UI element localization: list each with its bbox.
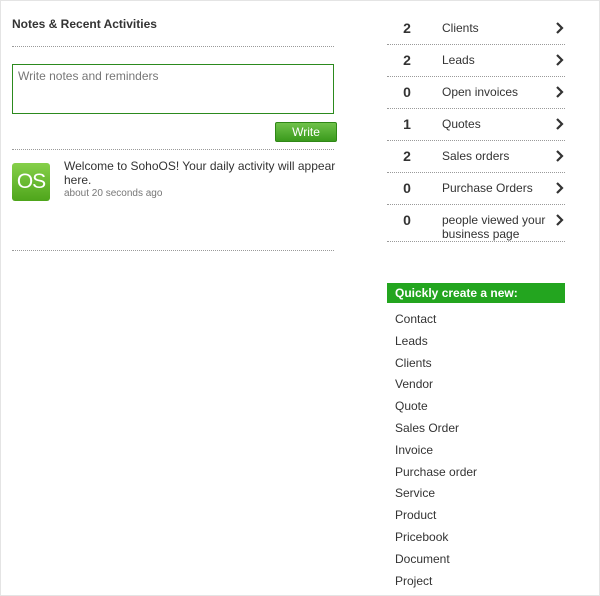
chevron-right-icon xyxy=(556,150,564,162)
stat-count: 2 xyxy=(403,52,411,68)
quick-create-list: Contact Leads Clients Vendor Quote Sales… xyxy=(395,309,565,592)
quick-create-vendor[interactable]: Vendor xyxy=(395,374,565,396)
stat-label: people viewed your business page xyxy=(442,213,546,241)
chevron-right-icon xyxy=(556,54,564,66)
quick-create-contact[interactable]: Contact xyxy=(395,309,565,331)
stat-row-leads[interactable]: 2 Leads xyxy=(387,45,565,77)
divider xyxy=(12,46,334,47)
quick-create-project[interactable]: Project xyxy=(395,571,565,593)
activity-message: Welcome to SohoOS! Your daily activity w… xyxy=(64,159,336,187)
stat-row-page-views[interactable]: 0 people viewed your business page xyxy=(387,205,565,242)
stat-row-purchase-orders[interactable]: 0 Purchase Orders xyxy=(387,173,565,205)
quick-create-header: Quickly create a new: xyxy=(387,283,565,303)
quick-create-quote[interactable]: Quote xyxy=(395,396,565,418)
quick-create-clients[interactable]: Clients xyxy=(395,353,565,375)
notes-input-box[interactable] xyxy=(12,64,334,114)
stat-label: Purchase Orders xyxy=(442,181,533,195)
notes-input[interactable] xyxy=(13,65,333,113)
chevron-right-icon xyxy=(556,118,564,130)
chevron-right-icon xyxy=(556,86,564,98)
stat-label: Open invoices xyxy=(442,85,519,99)
stat-label: Sales orders xyxy=(442,149,510,163)
chevron-right-icon xyxy=(556,214,564,226)
divider xyxy=(12,250,334,251)
quick-create-invoice[interactable]: Invoice xyxy=(395,440,565,462)
stats-panel: 2 Clients 2 Leads 0 Open invoices 1 Quot… xyxy=(387,13,565,242)
stat-row-quotes[interactable]: 1 Quotes xyxy=(387,109,565,141)
quick-create-leads[interactable]: Leads xyxy=(395,331,565,353)
quick-create-pricebook[interactable]: Pricebook xyxy=(395,527,565,549)
quick-create-purchase-order[interactable]: Purchase order xyxy=(395,462,565,484)
chevron-right-icon xyxy=(556,182,564,194)
stat-count: 2 xyxy=(403,20,411,36)
stat-count: 2 xyxy=(403,148,411,164)
stat-count: 1 xyxy=(403,116,411,132)
write-button[interactable]: Write xyxy=(275,122,337,142)
stat-count: 0 xyxy=(403,212,411,228)
quick-create-service[interactable]: Service xyxy=(395,483,565,505)
stat-label: Quotes xyxy=(442,117,481,131)
sohoos-logo-icon: OS xyxy=(12,163,50,201)
stat-row-clients[interactable]: 2 Clients xyxy=(387,13,565,45)
stat-row-open-invoices[interactable]: 0 Open invoices xyxy=(387,77,565,109)
quick-create-product[interactable]: Product xyxy=(395,505,565,527)
section-title: Notes & Recent Activities xyxy=(12,17,157,31)
stat-count: 0 xyxy=(403,180,411,196)
chevron-right-icon xyxy=(556,22,564,34)
stat-label: Leads xyxy=(442,53,475,67)
stat-label: Clients xyxy=(442,21,479,35)
quick-create-sales-order[interactable]: Sales Order xyxy=(395,418,565,440)
quick-create-document[interactable]: Document xyxy=(395,549,565,571)
stat-row-sales-orders[interactable]: 2 Sales orders xyxy=(387,141,565,173)
divider xyxy=(12,149,334,150)
activity-timestamp: about 20 seconds ago xyxy=(64,188,163,199)
stat-count: 0 xyxy=(403,84,411,100)
